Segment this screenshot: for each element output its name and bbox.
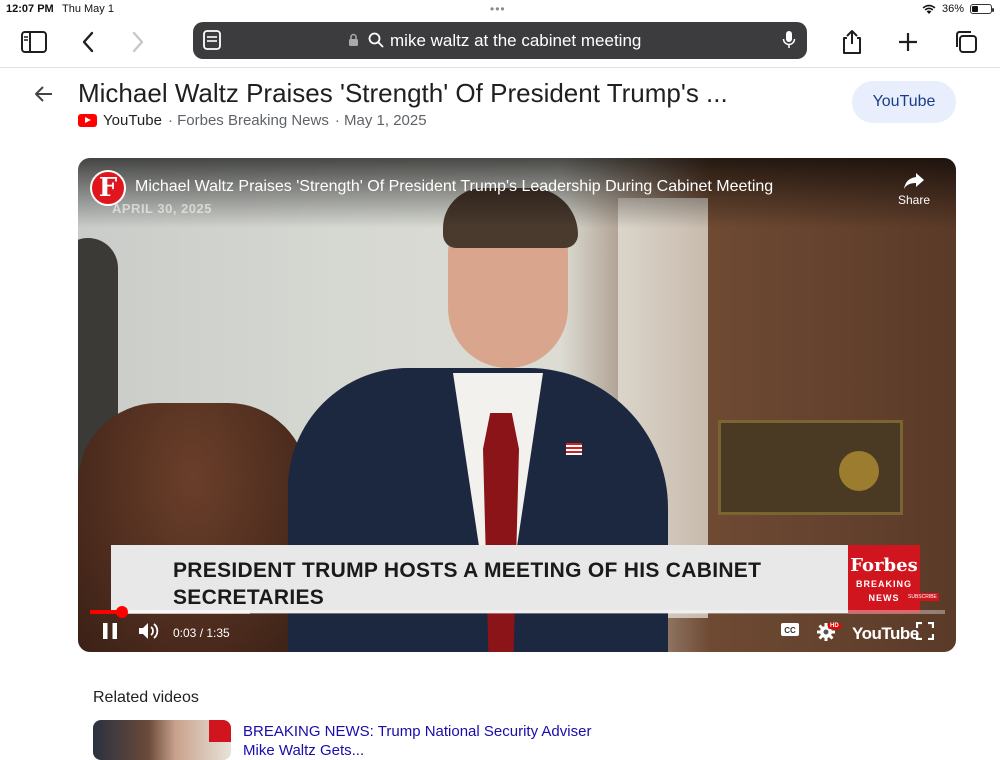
status-time: 12:07 PM (6, 3, 54, 15)
captions-icon[interactable]: CC (780, 622, 800, 637)
tabs-overview-icon[interactable] (948, 26, 984, 58)
lock-icon (349, 33, 358, 46)
back-icon[interactable] (70, 26, 106, 58)
volume-icon[interactable] (138, 622, 160, 640)
search-query[interactable]: mike waltz at the cabinet meeting (390, 31, 641, 51)
svg-text:CC: CC (784, 626, 796, 635)
lower-third-banner: PRESIDENT TRUMP HOSTS A MEETING OF HIS C… (111, 545, 848, 613)
status-date: Thu May 1 (62, 3, 114, 15)
flag-pin (566, 443, 582, 455)
search-icon (368, 32, 384, 48)
subscribe-badge[interactable]: SUBSCRIBE (906, 593, 939, 601)
video-progress-bar[interactable] (90, 606, 945, 618)
publish-date: · May 1, 2025 (334, 112, 427, 129)
forbes-logo: Forbes BREAKING NEWS (848, 545, 920, 613)
reader-icon[interactable] (203, 30, 221, 50)
video-title[interactable]: Michael Waltz Praises 'Strength' Of Pres… (135, 178, 773, 196)
address-bar[interactable]: mike waltz at the cabinet meeting (193, 22, 807, 59)
video-controls: 0:03 / 1:35 CC HD YouTube (78, 616, 956, 652)
related-video-title[interactable]: BREAKING NEWS: Trump National Security A… (243, 723, 591, 740)
back-arrow-icon[interactable] (32, 82, 56, 106)
hd-badge: HD (828, 623, 841, 629)
forward-icon[interactable] (120, 26, 156, 58)
time-display: 0:03 / 1:35 (173, 626, 230, 640)
sidebar-icon[interactable] (16, 26, 52, 58)
youtube-wordmark[interactable]: YouTube (852, 624, 919, 644)
video-share-button[interactable]: Share (894, 172, 934, 207)
source-name: YouTube (103, 112, 162, 129)
open-youtube-button[interactable]: YouTube (852, 81, 956, 123)
related-video-thumbnail[interactable] (93, 720, 231, 760)
lower-third-text: PRESIDENT TRUMP HOSTS A MEETING OF HIS C… (173, 559, 762, 609)
pause-icon[interactable] (102, 622, 118, 640)
video-meta: YouTube · Forbes Breaking News · May 1, … (78, 112, 427, 129)
battery-icon (970, 4, 994, 14)
multitasking-dots-icon[interactable]: ••• (490, 2, 506, 16)
channel-name: · Forbes Breaking News (167, 112, 329, 129)
share-icon[interactable] (834, 26, 870, 58)
page-title: Michael Waltz Praises 'Strength' Of Pres… (78, 78, 728, 108)
microphone-icon[interactable] (782, 30, 796, 50)
new-tab-icon[interactable] (890, 26, 926, 58)
youtube-logo-icon (78, 114, 97, 127)
browser-toolbar: mike waltz at the cabinet meeting (0, 20, 1000, 68)
share-label: Share (897, 193, 931, 207)
related-video-title-line2[interactable]: Mike Waltz Gets... (243, 742, 364, 759)
door-lock (718, 420, 903, 515)
video-player[interactable]: F Michael Waltz Praises 'Strength' Of Pr… (78, 158, 956, 652)
wifi-icon (922, 4, 936, 14)
video-overlay-date: APRIL 30, 2025 (112, 201, 212, 216)
share-arrow-icon (904, 173, 924, 189)
status-bar: 12:07 PM Thu May 1 ••• 36% (0, 0, 1000, 20)
related-videos-heading: Related videos (93, 689, 199, 706)
fullscreen-icon[interactable] (916, 622, 934, 640)
battery-percent: 36% (941, 3, 964, 15)
battery-level (972, 6, 979, 12)
chair (78, 403, 308, 652)
